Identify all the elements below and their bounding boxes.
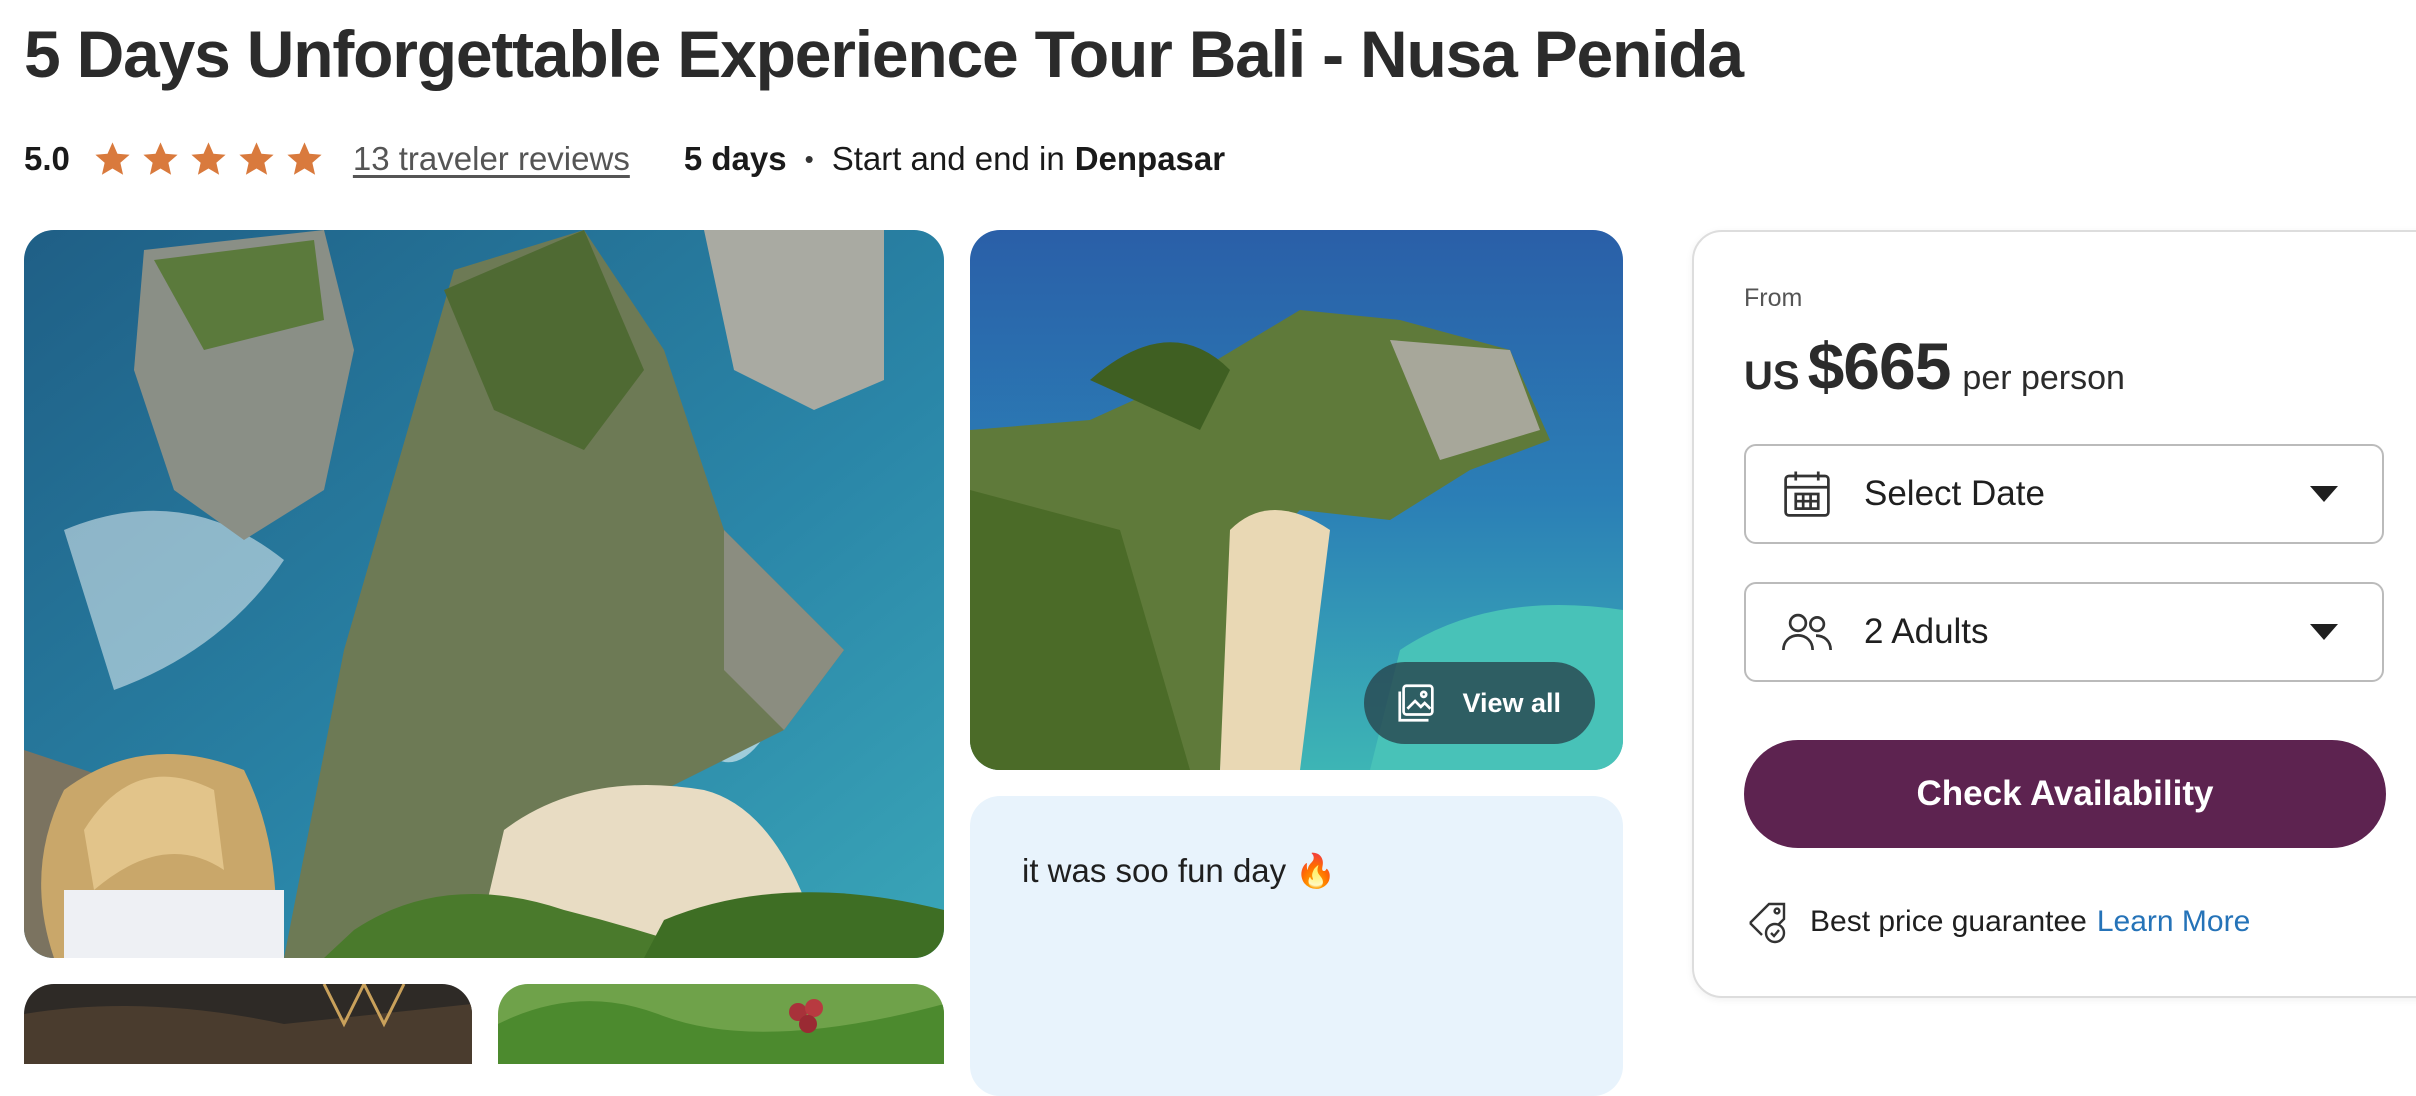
star-icon	[95, 141, 130, 175]
guarantee-text: Best price guarantee	[1810, 905, 2087, 938]
booking-panel: From US $665 per person Select Date 2 Ad…	[1692, 230, 2416, 998]
gallery-thumbnail[interactable]	[498, 984, 944, 1064]
image-gallery-icon	[1398, 684, 1435, 722]
price-guarantee: Best price guarantee Learn More	[1744, 898, 2250, 946]
price-suffix: per person	[1962, 359, 2125, 397]
price-row: US $665 per person	[1744, 328, 2125, 404]
travelers-select-label: 2 Adults	[1864, 612, 1989, 651]
travelers-select[interactable]: 2 Adults	[1744, 582, 2384, 682]
review-card[interactable]: it was soo fun day 🔥	[970, 796, 1623, 1096]
check-availability-button[interactable]: Check Availability	[1744, 740, 2386, 848]
star-icon	[191, 141, 226, 175]
gallery-thumbnail[interactable]	[24, 984, 472, 1064]
calendar-icon	[1784, 471, 1830, 517]
tour-duration: 5 days	[683, 140, 787, 177]
tour-meta-row: 5.0 13 traveler reviews 5 days • Start a…	[24, 134, 1225, 184]
price-amount: $665	[1807, 329, 1952, 403]
star-rating	[92, 139, 325, 180]
chevron-down-icon	[2310, 624, 2338, 640]
reviews-link[interactable]: 13 traveler reviews	[353, 140, 630, 178]
star-icon	[239, 141, 274, 175]
page-title: 5 Days Unforgettable Experience Tour Bal…	[24, 17, 1744, 91]
users-icon	[1782, 613, 1832, 651]
view-all-button[interactable]: View all	[1364, 662, 1595, 744]
start-end-city: Denpasar	[1074, 140, 1226, 177]
review-snippet: it was soo fun day 🔥	[1022, 852, 1337, 889]
separator-dot: •	[804, 143, 814, 174]
gallery-main-photo[interactable]	[24, 230, 944, 958]
view-all-label: View all	[1462, 687, 1561, 718]
star-icon	[287, 141, 322, 175]
cliff-beach-photo	[24, 230, 944, 958]
date-select[interactable]: Select Date	[1744, 444, 2384, 544]
chevron-down-icon	[2310, 486, 2338, 502]
from-label: From	[1744, 284, 1803, 312]
gallery-secondary-photo[interactable]: View all	[970, 230, 1623, 770]
coffee-plant-thumbnail	[498, 984, 944, 1064]
start-end-label: Start and end in	[831, 140, 1065, 177]
learn-more-link[interactable]: Learn More	[2097, 905, 2250, 939]
star-icon	[143, 141, 178, 175]
price-tag-check-icon	[1749, 902, 1786, 944]
rating-value: 5.0	[24, 140, 70, 177]
date-select-label: Select Date	[1864, 474, 2045, 513]
evening-thumbnail	[24, 984, 472, 1064]
price-currency: US	[1744, 354, 1800, 398]
